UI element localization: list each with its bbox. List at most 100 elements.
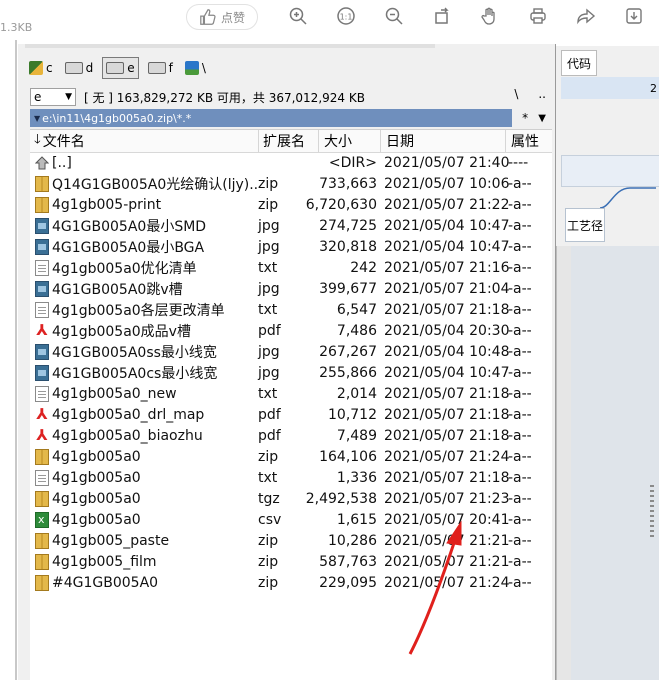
drive-label: \ [201, 61, 206, 75]
path-bar[interactable]: ▼ e:\in11\4g1gb005a0.zip\*.* [30, 109, 512, 127]
image-file-icon [35, 238, 49, 255]
column-date[interactable]: 日期 [386, 132, 414, 150]
file-row[interactable]: 4g1gb005-print zip 6,720,630 2021/05/07 21:… [30, 194, 552, 215]
column-separator[interactable] [318, 130, 319, 152]
drive-info-bar: e ▼ [ 无 ] 163,829,272 KB 可用，共 367,012,92… [30, 87, 550, 107]
file-row[interactable]: ⅄ 4g1gb005a0成品v槽 pdf 7,486 2021/05/04 20:30-… [30, 320, 552, 341]
hand-button[interactable] [478, 4, 502, 28]
drive-d[interactable]: d [62, 58, 97, 78]
file-row[interactable]: ⅄ 4g1gb005a0_biaozhu pdf 7,489 2021/05/07 21… [30, 425, 552, 446]
file-ext: zip [258, 175, 279, 192]
file-attr: -a-- [508, 196, 532, 213]
parent-button[interactable]: .. [538, 87, 546, 101]
network-icon [184, 61, 199, 75]
file-row[interactable]: 4g1gb005a0优化清单 txt 242 2021/05/07 21:16 -a-- [30, 257, 552, 278]
column-size[interactable]: 大小 [324, 132, 352, 150]
file-name-cell: 4g1gb005a0_new [35, 384, 177, 403]
column-separator[interactable] [380, 130, 381, 152]
file-row[interactable]: 4g1gb005a0 csv 1,615 2021/05/07 20:41-a-- [30, 509, 552, 530]
zoom-out-icon [385, 7, 403, 25]
file-name: 4G1GB005A0最小SMD [52, 218, 207, 235]
file-attr: -a-- [508, 385, 532, 402]
file-name: 4g1gb005a0_drl_map [52, 406, 205, 423]
column-name-label: 文件名 [42, 134, 85, 150]
image-file-icon [35, 343, 49, 360]
file-row[interactable]: 4g1gb005_paste zip 10,286 2021/05/07 21:21-… [30, 530, 552, 551]
file-size: 6,547 [336, 301, 377, 318]
file-row[interactable]: 4g1gb005_film zip 587,763 2021/05/07 21:21-… [30, 551, 552, 572]
like-button[interactable]: 点赞 [186, 4, 258, 30]
file-name-cell: ⅄ 4g1gb005a0成品v槽 [35, 321, 191, 340]
file-row[interactable]: 4G1GB005A0最小BGA jpg 320,818 2021/05/04 10:4… [30, 236, 552, 257]
file-ext: zip [258, 532, 279, 549]
download-button[interactable] [622, 4, 646, 28]
file-row[interactable]: 4g1gb005a0 zip 164,106 2021/05/07 21:24 -a-- [30, 446, 552, 467]
column-separator[interactable] [258, 130, 259, 152]
file-attr: -a-- [508, 490, 532, 507]
file-row[interactable]: 4G1GB005A0ss最小线宽 jpg 267,267 2021/05/04 10:… [30, 341, 552, 362]
file-size: 229,095 [319, 574, 377, 591]
background-tab[interactable]: 工艺径 [565, 208, 605, 242]
background-scrollbar[interactable] [556, 246, 571, 680]
column-ext[interactable]: 扩展名 [263, 132, 305, 150]
file-row[interactable]: 4G1GB005A0最小SMD jpg 274,725 2021/05/04 10:4… [30, 215, 552, 236]
file-size: 274,725 [319, 217, 377, 234]
actual-size-icon: 1:1 [337, 7, 355, 25]
dropdown-arrow-icon: ▼ [34, 113, 41, 123]
zoom-out-button[interactable] [382, 4, 406, 28]
column-attr[interactable]: 属性 [511, 132, 539, 150]
file-row[interactable]: 4G1GB005A0跳v槽 jpg 399,677 2021/05/07 21:04-… [30, 278, 552, 299]
file-date: 2021/05/07 21:16 [384, 259, 510, 276]
background-selected-row [561, 77, 659, 99]
file-name-cell: 4g1gb005a0优化清单 [35, 258, 197, 277]
share-button[interactable] [574, 4, 598, 28]
filter-control[interactable]: * ▼ [517, 109, 551, 127]
file-row[interactable]: ⅄ 4g1gb005a0_drl_map pdf 10,712 2021/05/07 2… [30, 404, 552, 425]
file-row[interactable]: 4g1gb005a0_new txt 2,014 2021/05/07 21:18 -a… [30, 383, 552, 404]
file-row[interactable]: 4g1gb005a0各层更改清单 txt 6,547 2021/05/07 21:18… [30, 299, 552, 320]
file-name: Q14G1GB005A0光绘确认(ljy).. [52, 176, 259, 193]
file-size: 733,663 [319, 175, 377, 192]
file-ext: txt [258, 385, 278, 402]
file-row[interactable]: 4G1GB005A0cs最小线宽 jpg 255,866 2021/05/04 10:… [30, 362, 552, 383]
zoom-in-icon [289, 7, 307, 25]
print-button[interactable] [526, 4, 550, 28]
file-row[interactable]: Q14G1GB005A0光绘确认(ljy).. zip 733,663 2021/05… [30, 173, 552, 194]
file-ext: jpg [258, 343, 280, 360]
file-date: 2021/05/07 21:21 [384, 532, 510, 549]
file-name: 4g1gb005a0 [52, 469, 141, 486]
text-file-icon [35, 301, 49, 318]
file-name-cell: 4g1gb005-print [35, 195, 161, 214]
zip-archive-icon [35, 574, 49, 591]
rotate-button[interactable] [430, 4, 454, 28]
file-size: 320,818 [319, 238, 377, 255]
zip-archive-icon [35, 448, 49, 465]
file-row[interactable]: 4g1gb005a0 txt 1,336 2021/05/07 21:18 -a-- [30, 467, 552, 488]
drive-e[interactable]: e [102, 57, 139, 79]
file-ext: zip [258, 553, 279, 570]
file-date: 2021/05/04 10:47 [384, 217, 510, 234]
file-name: 4G1GB005A0cs最小线宽 [52, 365, 218, 382]
image-file-icon [35, 280, 49, 297]
zoom-in-button[interactable] [286, 4, 310, 28]
splitter-grip[interactable] [650, 485, 654, 537]
actual-size-button[interactable]: 1:1 [334, 4, 358, 28]
file-size: 7,489 [336, 427, 377, 444]
chevron-down-icon: ▼ [65, 92, 72, 102]
drive-f[interactable]: f [145, 58, 176, 78]
root-button[interactable]: \ [514, 87, 518, 101]
column-separator[interactable] [505, 130, 506, 152]
file-name-cell: 4G1GB005A0cs最小线宽 [35, 363, 217, 382]
drive-network[interactable]: \ [182, 58, 209, 78]
file-date: 2021/05/04 10:48 [384, 343, 510, 360]
file-row[interactable]: [..] <DIR> 2021/05/07 21:40 ---- [30, 152, 552, 173]
drive-select[interactable]: e ▼ [30, 88, 76, 106]
background-toolbar [561, 155, 659, 187]
file-row[interactable]: 4g1gb005a0 tgz 2,492,538 2021/05/07 21:23 -a… [30, 488, 552, 509]
file-name: 4g1gb005a0_biaozhu [52, 427, 203, 444]
drive-c[interactable]: c [26, 58, 56, 78]
file-row[interactable]: #4G1GB005A0 zip 229,095 2021/05/07 21:24 -a-… [30, 572, 552, 593]
drive-label: c [46, 61, 53, 75]
column-name[interactable]: 🡓 文件名 [34, 132, 85, 150]
file-ext: zip [258, 196, 279, 213]
